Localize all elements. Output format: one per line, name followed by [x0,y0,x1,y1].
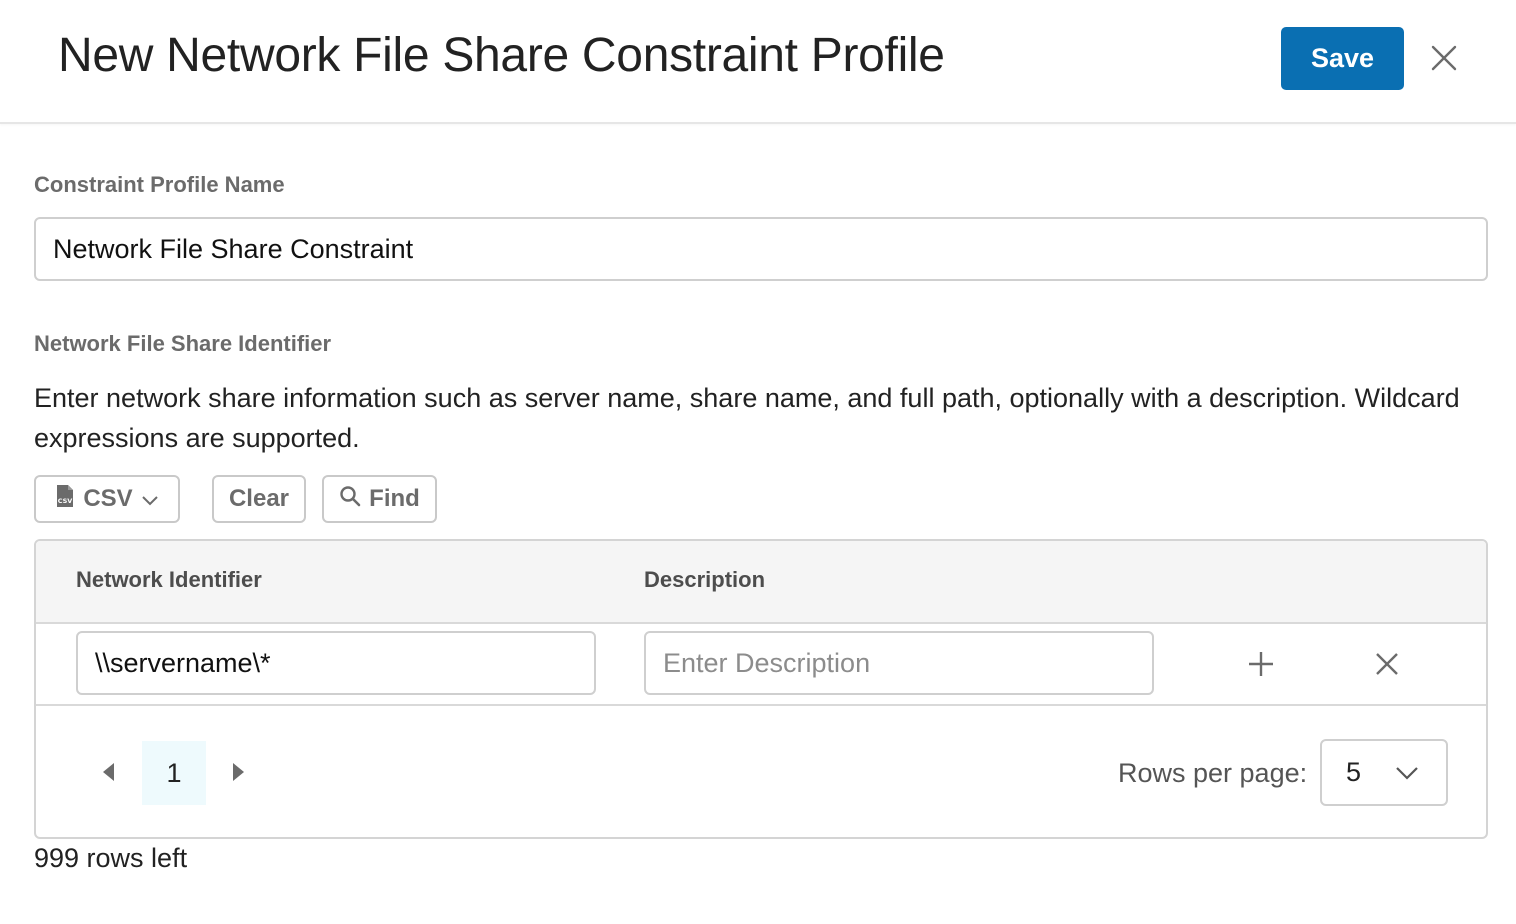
rows-per-page-value: 5 [1346,757,1362,787]
clear-button[interactable]: Clear [212,475,306,523]
find-label: Find [369,485,420,512]
pagination: 1 Rows per page: 5 [36,706,1486,837]
csv-dropdown-button[interactable]: CSV CSV [34,475,180,523]
page-title: New Network File Share Constraint Profil… [58,29,945,82]
network-identifier-input[interactable]: \\servername\* [76,631,596,695]
find-button[interactable]: Find [322,475,437,523]
table-row: \\servername\* Enter Description [36,624,1486,706]
rows-left-text: 999 rows left [34,843,188,873]
column-header-network-identifier: Network Identifier [76,567,262,592]
identifier-section-description: Enter network share information such as … [34,383,1460,453]
add-row-icon[interactable] [1241,644,1281,684]
identifier-section-label: Network File Share Identifier [34,331,332,356]
dialog-header: New Network File Share Constraint Profil… [0,0,1516,124]
identifier-table: Network Identifier Description \\servern… [34,539,1488,839]
column-header-description: Description [644,567,766,592]
csv-label: CSV [83,485,133,512]
svg-text:CSV: CSV [58,497,73,505]
chevron-down-icon [141,485,159,513]
profile-name-input[interactable]: Network File Share Constraint [34,217,1488,281]
previous-page-icon[interactable] [89,752,129,792]
page-number-current[interactable]: 1 [142,741,206,805]
rows-per-page-label: Rows per page: [1118,758,1308,788]
chevron-down-icon [1394,763,1420,788]
table-header: Network Identifier Description [36,541,1486,624]
next-page-icon[interactable] [218,752,258,792]
rows-per-page-select[interactable]: 5 [1320,739,1448,806]
profile-name-label: Constraint Profile Name [34,172,285,197]
clear-label: Clear [228,485,290,512]
save-button[interactable]: Save [1281,27,1404,90]
description-input[interactable]: Enter Description [644,631,1154,695]
search-icon [339,485,361,514]
remove-row-icon[interactable] [1367,644,1407,684]
csv-file-icon: CSV [55,484,75,515]
close-icon[interactable] [1424,38,1464,78]
